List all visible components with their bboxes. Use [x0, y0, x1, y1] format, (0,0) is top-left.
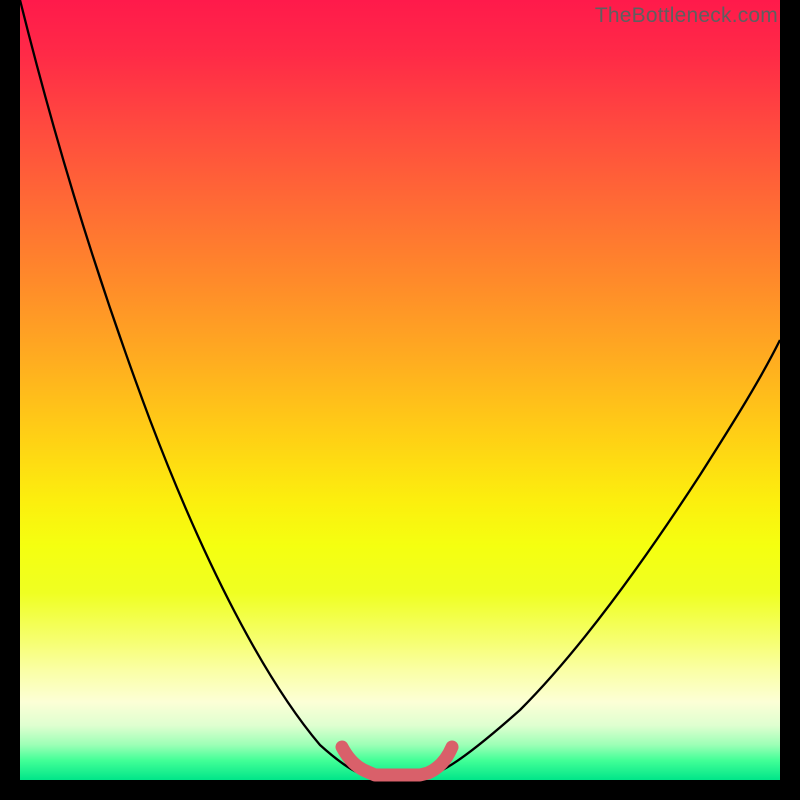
- watermark-text: TheBottleneck.com: [595, 4, 778, 28]
- chart-frame: TheBottleneck.com: [0, 0, 800, 800]
- plot-area: [20, 0, 780, 780]
- curve-overlay: [20, 0, 780, 780]
- valley-marker: [342, 747, 452, 775]
- left-curve: [20, 0, 357, 772]
- right-curve: [438, 340, 780, 772]
